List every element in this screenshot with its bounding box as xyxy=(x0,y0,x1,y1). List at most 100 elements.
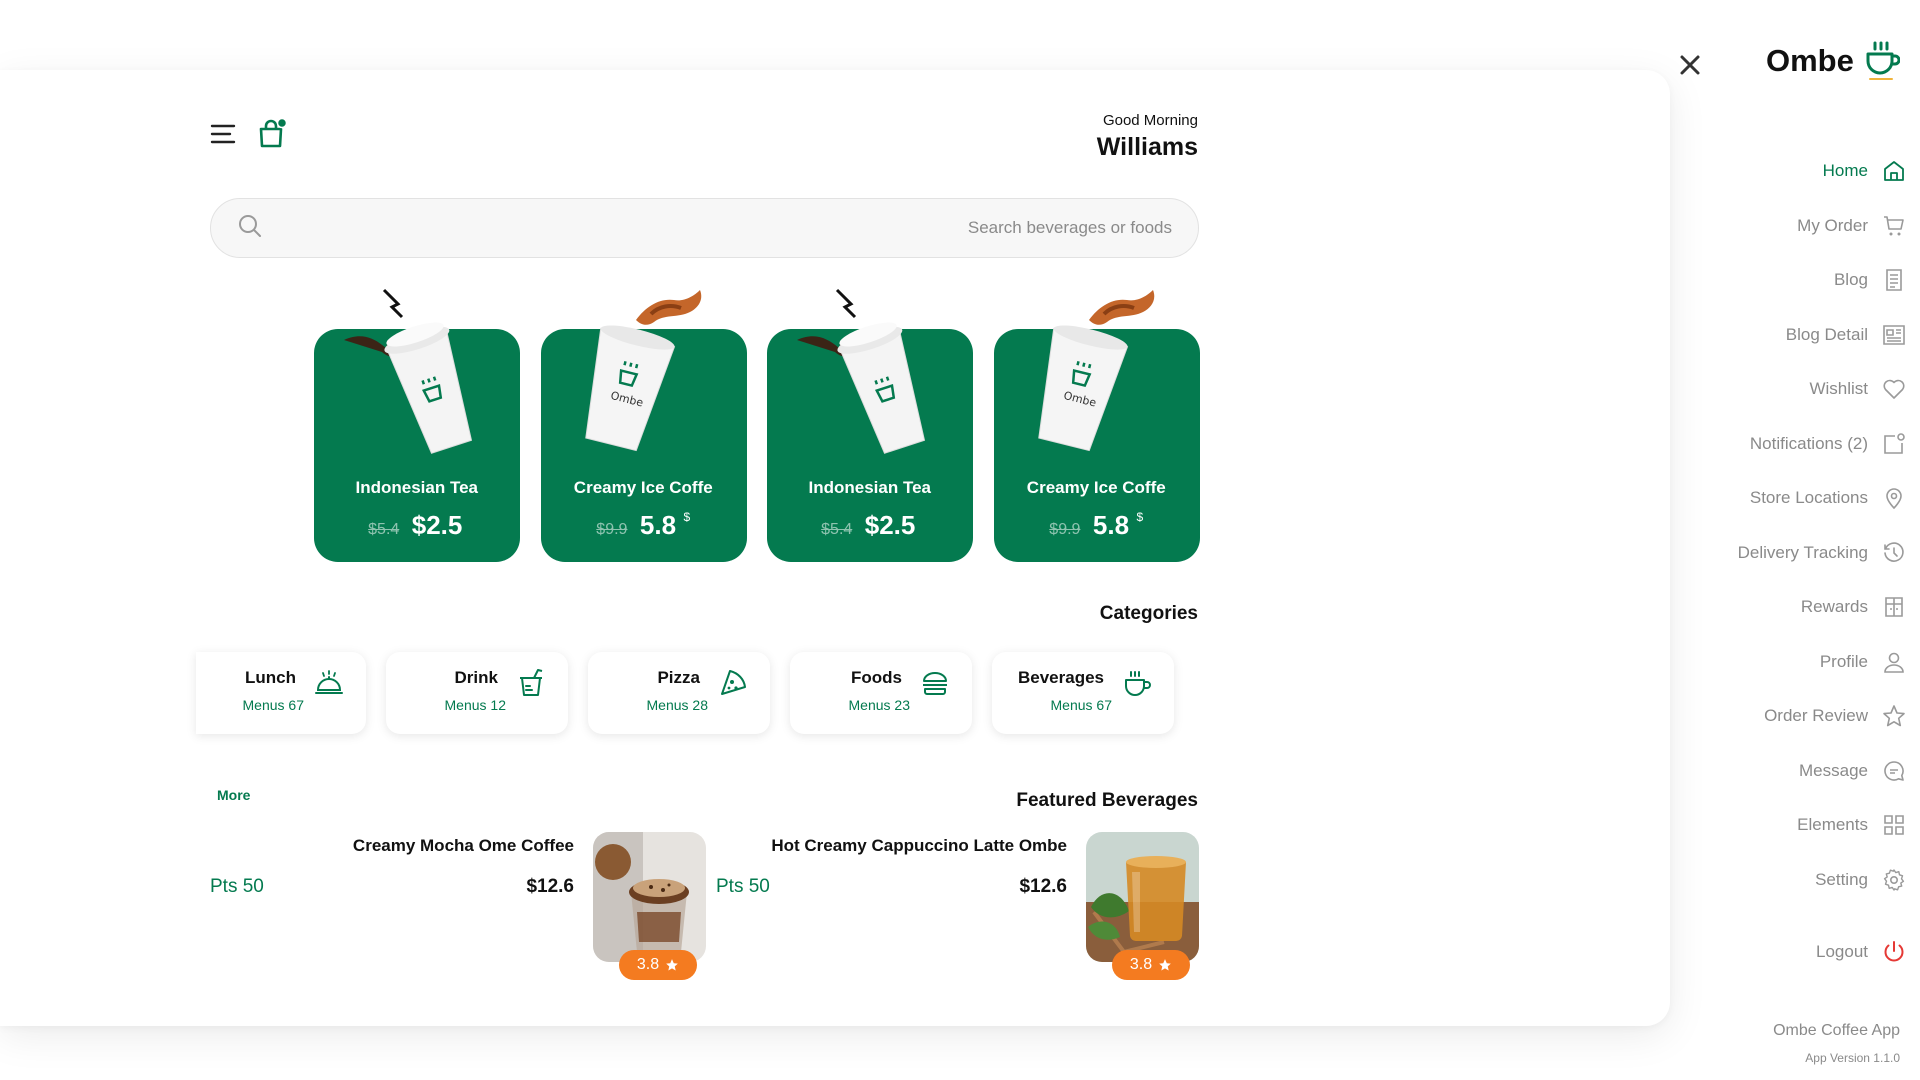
star-icon xyxy=(1159,959,1171,971)
category-beverages[interactable]: Beverages Menus 67 xyxy=(992,652,1174,734)
tea-glass-image xyxy=(1086,832,1199,962)
new-price: $2.5 xyxy=(411,510,463,540)
cup-icon xyxy=(1125,671,1151,696)
sidebar-item-delivery-tracking[interactable]: Delivery Tracking xyxy=(1646,526,1906,581)
currency: $ xyxy=(1136,510,1144,524)
sidebar-item-label: Delivery Tracking xyxy=(1737,542,1868,562)
sidebar-item-wishlist[interactable]: Wishlist xyxy=(1646,362,1906,417)
search-input[interactable] xyxy=(263,218,1172,238)
old-price: $9.9 xyxy=(1049,521,1081,538)
category-label: Beverages xyxy=(1017,668,1104,687)
sidebar-nav: Home My Order Blog Blog Detail Wishlist … xyxy=(1646,144,1906,907)
brand-logo-icon xyxy=(1866,41,1900,80)
sidebar-item-label: Store Locations xyxy=(1749,488,1868,508)
sidebar-item-label: Profile xyxy=(1819,651,1868,671)
sidebar-item-label: Blog Detail xyxy=(1785,324,1868,344)
rating-value: 3.8 xyxy=(1129,956,1153,973)
star-icon xyxy=(666,959,678,971)
coffee-cup-image: Ombe xyxy=(584,290,701,452)
sidebar-item-label: Wishlist xyxy=(1809,379,1868,399)
notification-icon xyxy=(1884,432,1905,454)
greeting: Good Morning Williams xyxy=(938,112,1198,162)
sidebar-item-label: Elements xyxy=(1797,815,1868,835)
coffee-cup-image: Ombe xyxy=(1037,290,1154,452)
app-version: App Version 1.1.0 xyxy=(1805,1051,1900,1065)
product-card[interactable]: Indonesian Tea $5.4 $2.5 xyxy=(767,270,973,562)
featured-title: Featured Beverages xyxy=(1016,790,1198,811)
logout-button[interactable]: Logout xyxy=(1816,940,1906,964)
category-label: Drink xyxy=(454,668,498,687)
close-icon[interactable] xyxy=(1675,50,1705,80)
product-price: $5.4 $2.5 xyxy=(314,510,520,541)
new-price: 5.8 xyxy=(1092,510,1130,540)
sidebar-item-home[interactable]: Home xyxy=(1646,144,1906,199)
sidebar-item-my-order[interactable]: My Order xyxy=(1646,199,1906,254)
sidebar-item-label: Order Review xyxy=(1764,706,1868,726)
category-count: Menus 12 xyxy=(444,697,506,713)
sidebar-item-store-locations[interactable]: Store Locations xyxy=(1646,471,1906,526)
category-drink[interactable]: Drink Menus 12 xyxy=(386,652,568,734)
product-card[interactable]: Indonesian Tea $5.4 $2.5 xyxy=(314,270,520,562)
sidebar-item-message[interactable]: Message xyxy=(1646,744,1906,799)
sidebar-item-elements[interactable]: Elements xyxy=(1646,798,1906,853)
featured-item[interactable]: Hot Creamy Cappuccino Latte Ombe Pts 50 … xyxy=(716,832,1199,982)
featured-item[interactable]: Creamy Mocha Ome Coffee Pts 50 $12.6 3.8 xyxy=(210,832,706,982)
sidebar-item-profile[interactable]: Profile xyxy=(1646,635,1906,690)
shopping-bag-icon[interactable] xyxy=(256,118,288,150)
burger-icon xyxy=(923,672,947,695)
brand-name: Ombe xyxy=(1766,43,1854,78)
sidebar-item-rewards[interactable]: Rewards xyxy=(1646,580,1906,635)
sidebar-item-order-review[interactable]: Order Review xyxy=(1646,689,1906,744)
newspaper-icon xyxy=(1883,324,1905,345)
category-list: Lunch Menus 67 Drink Menus 12 Pizza Menu… xyxy=(196,652,1199,734)
gear-icon xyxy=(1883,869,1905,891)
product-price: $9.9 5.8 $ xyxy=(994,510,1200,541)
category-label: Foods xyxy=(851,668,902,687)
category-count: Menus 67 xyxy=(242,697,304,713)
old-price: $9.9 xyxy=(596,521,628,538)
sidebar-item-label: Message xyxy=(1799,760,1868,780)
sidebar-item-blog[interactable]: Blog xyxy=(1646,253,1906,308)
product-price: $5.4 $2.5 xyxy=(767,510,973,541)
chat-icon xyxy=(1884,760,1904,781)
search-icon[interactable] xyxy=(237,213,263,244)
old-price: $5.4 xyxy=(368,521,400,538)
product-name: Creamy Ice Coffe xyxy=(573,478,713,497)
user-icon xyxy=(1884,652,1904,673)
category-label: Lunch xyxy=(245,668,296,687)
new-price: 5.8 xyxy=(639,510,677,540)
sidebar-item-label: Home xyxy=(1822,161,1868,181)
featured-price: $12.6 xyxy=(526,876,574,897)
product-card[interactable]: Ombe Creamy Ice Coffe $9.9 5.8 $ xyxy=(540,270,747,562)
cart-icon xyxy=(1884,215,1904,236)
product-name: Indonesian Tea xyxy=(355,478,479,497)
category-lunch[interactable]: Lunch Menus 67 xyxy=(196,652,366,734)
category-pizza[interactable]: Pizza Menus 28 xyxy=(588,652,770,734)
sidebar-item-blog-detail[interactable]: Blog Detail xyxy=(1646,308,1906,363)
document-icon xyxy=(1886,269,1902,292)
category-count: Menus 23 xyxy=(848,697,910,713)
location-pin-icon xyxy=(1886,488,1902,510)
tea-cup-image xyxy=(797,288,926,454)
user-name: Williams xyxy=(1096,133,1198,161)
featured-name: Creamy Mocha Ome Coffee xyxy=(352,836,574,855)
new-price: $2.5 xyxy=(864,510,916,540)
mocha-coffee-image xyxy=(593,832,706,962)
rating-badge: 3.8 xyxy=(1112,950,1190,980)
sidebar-item-label: Notifications (2) xyxy=(1749,433,1868,453)
sidebar-item-notifications[interactable]: Notifications (2) xyxy=(1646,417,1906,472)
menu-icon[interactable] xyxy=(210,123,236,145)
sidebar-item-label: Setting xyxy=(1815,869,1868,889)
featured-price: $12.6 xyxy=(1019,876,1067,897)
product-price: $9.9 5.8 $ xyxy=(541,510,747,541)
app-name: Ombe Coffee App xyxy=(1773,1022,1900,1039)
product-card[interactable]: Ombe Creamy Ice Coffe $9.9 5.8 $ xyxy=(993,270,1200,562)
gift-icon xyxy=(1885,597,1903,618)
more-link[interactable]: More xyxy=(217,787,250,803)
currency: $ xyxy=(683,510,691,524)
drink-icon xyxy=(520,669,543,696)
clock-icon xyxy=(1884,542,1904,562)
old-price: $5.4 xyxy=(821,521,853,538)
sidebar-item-setting[interactable]: Setting xyxy=(1646,853,1906,908)
category-foods[interactable]: Foods Menus 23 xyxy=(790,652,972,734)
